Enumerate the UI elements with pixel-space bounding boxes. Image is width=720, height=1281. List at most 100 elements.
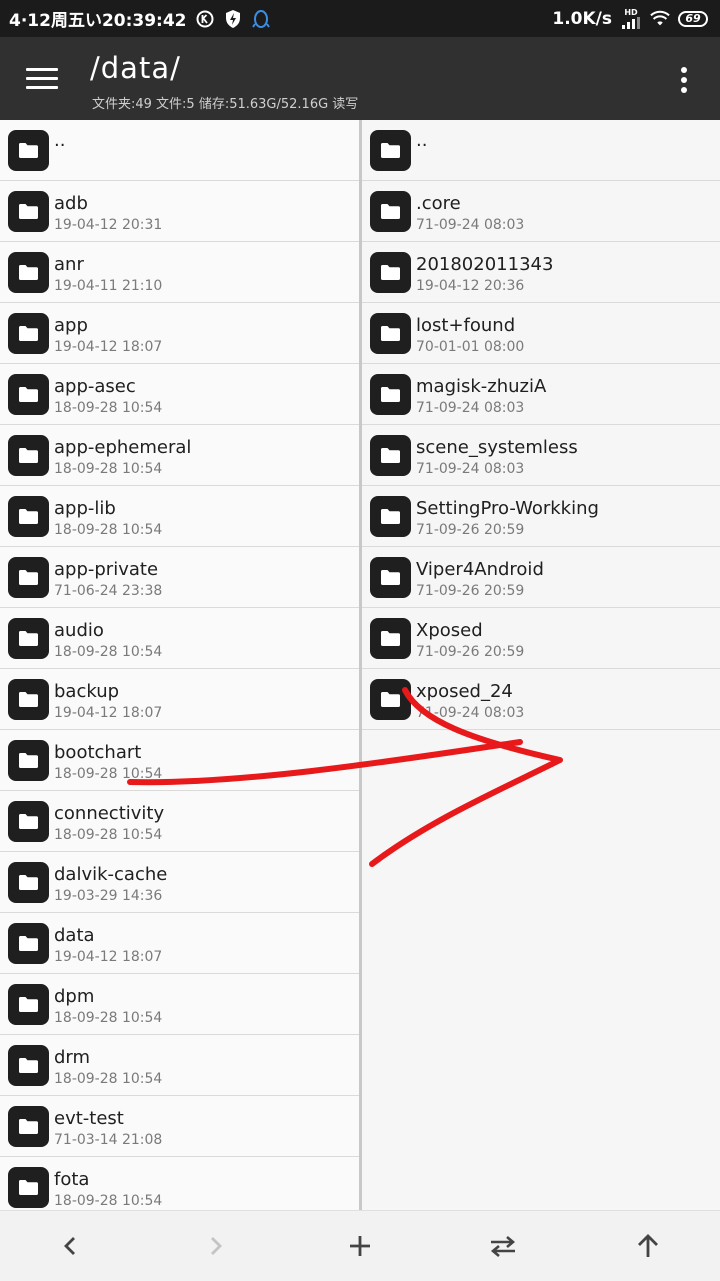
more-vert-icon[interactable] — [676, 67, 692, 95]
file-row[interactable]: dpm 18-09-28 10:54 — [0, 974, 359, 1035]
folder-icon — [8, 496, 49, 537]
file-name: anr — [54, 254, 84, 275]
file-name: lost+found — [416, 315, 516, 336]
file-row[interactable]: drm 18-09-28 10:54 — [0, 1035, 359, 1096]
file-row[interactable]: app-asec 18-09-28 10:54 — [0, 364, 359, 425]
k-circle-icon — [195, 9, 215, 29]
file-date: 71-06-24 23:38 — [54, 583, 163, 599]
file-name: app — [54, 315, 88, 336]
file-row[interactable]: magisk-zhuziA 71-09-24 08:03 — [362, 364, 720, 425]
swap-icon[interactable] — [486, 1229, 520, 1263]
file-name: backup — [54, 681, 120, 702]
folder-icon — [370, 130, 411, 171]
net-speed: 1.0K/s — [552, 8, 612, 29]
qq-penguin-icon — [251, 9, 271, 29]
status-datetime: 4·12周五い20:39:42 — [9, 11, 187, 31]
folder-icon — [8, 252, 49, 293]
add-icon[interactable] — [343, 1229, 377, 1263]
file-name: .. — [54, 130, 66, 151]
file-name: Viper4Android — [416, 559, 544, 580]
file-date: 70-01-01 08:00 — [416, 339, 525, 355]
file-row[interactable]: .. — [0, 120, 359, 181]
forward-arrow-icon[interactable] — [198, 1229, 232, 1263]
folder-icon — [8, 1167, 49, 1208]
file-row[interactable]: .. — [362, 120, 720, 181]
file-row[interactable]: connectivity 18-09-28 10:54 — [0, 791, 359, 852]
folder-icon — [8, 130, 49, 171]
file-row[interactable]: app-ephemeral 18-09-28 10:54 — [0, 425, 359, 486]
file-name: data — [54, 925, 95, 946]
folder-icon — [370, 557, 411, 598]
file-name: scene_systemless — [416, 437, 578, 458]
folder-icon — [8, 801, 49, 842]
right-file-pane[interactable]: .. .core 71-09-24 08:03 201802011343 19-04-1… — [362, 120, 720, 1210]
file-row[interactable]: xposed_24 71-09-24 08:03 — [362, 669, 720, 730]
file-name: audio — [54, 620, 104, 641]
file-row[interactable]: dalvik-cache 19-03-29 14:36 — [0, 852, 359, 913]
file-date: 71-09-24 08:03 — [416, 217, 525, 233]
file-row[interactable]: Xposed 71-09-26 20:59 — [362, 608, 720, 669]
file-name: SettingPro-Workking — [416, 498, 599, 519]
folder-icon — [8, 1045, 49, 1086]
file-date: 19-04-12 18:07 — [54, 705, 163, 721]
app-bar: /data/ 文件夹:49 文件:5 储存:51.63G/52.16G 读写 — [0, 37, 720, 120]
file-date: 71-09-24 08:03 — [416, 705, 525, 721]
file-row[interactable]: SettingPro-Workking 71-09-26 20:59 — [362, 486, 720, 547]
bottom-toolbar — [0, 1210, 720, 1281]
file-date: 18-09-28 10:54 — [54, 827, 163, 843]
file-name: drm — [54, 1047, 91, 1068]
file-date: 19-04-12 18:07 — [54, 949, 163, 965]
file-row[interactable]: scene_systemless 71-09-24 08:03 — [362, 425, 720, 486]
file-name: xposed_24 — [416, 681, 513, 702]
file-row[interactable]: fota 18-09-28 10:54 — [0, 1157, 359, 1210]
current-path: /data/ — [90, 51, 181, 85]
file-name: app-lib — [54, 498, 116, 519]
file-row[interactable]: app-lib 18-09-28 10:54 — [0, 486, 359, 547]
file-date: 71-03-14 21:08 — [54, 1132, 163, 1148]
file-row[interactable]: Viper4Android 71-09-26 20:59 — [362, 547, 720, 608]
folder-icon — [8, 679, 49, 720]
wifi-icon — [650, 9, 670, 29]
file-row[interactable]: audio 18-09-28 10:54 — [0, 608, 359, 669]
file-name: .. — [416, 130, 428, 151]
file-name: bootchart — [54, 742, 142, 763]
status-bar: 4·12周五い20:39:42 1.0K/s HD 69 — [0, 0, 720, 37]
folder-icon — [8, 557, 49, 598]
file-date: 18-09-28 10:54 — [54, 766, 163, 782]
folder-icon — [8, 191, 49, 232]
file-row[interactable]: adb 19-04-12 20:31 — [0, 181, 359, 242]
file-row[interactable]: data 19-04-12 18:07 — [0, 913, 359, 974]
left-file-pane[interactable]: .. adb 19-04-12 20:31 anr 19-04-11 21:10 app 1… — [0, 120, 359, 1210]
signal-label: HD — [624, 7, 638, 17]
file-name: 201802011343 — [416, 254, 554, 275]
file-date: 18-09-28 10:54 — [54, 522, 163, 538]
file-row[interactable]: .core 71-09-24 08:03 — [362, 181, 720, 242]
signal-icon: HD — [620, 7, 642, 29]
file-date: 71-09-24 08:03 — [416, 461, 525, 477]
file-date: 71-09-24 08:03 — [416, 400, 525, 416]
up-arrow-icon[interactable] — [631, 1229, 665, 1263]
file-row[interactable]: backup 19-04-12 18:07 — [0, 669, 359, 730]
status-right: 1.0K/s HD 69 — [552, 7, 720, 29]
file-row[interactable]: 201802011343 19-04-12 20:36 — [362, 242, 720, 303]
file-row[interactable]: app 19-04-12 18:07 — [0, 303, 359, 364]
file-row[interactable]: anr 19-04-11 21:10 — [0, 242, 359, 303]
file-date: 18-09-28 10:54 — [54, 1071, 163, 1087]
file-row[interactable]: app-private 71-06-24 23:38 — [0, 547, 359, 608]
folder-icon — [370, 313, 411, 354]
file-name: evt-test — [54, 1108, 124, 1129]
folder-icon — [370, 374, 411, 415]
back-arrow-icon[interactable] — [54, 1229, 88, 1263]
file-row[interactable]: bootchart 18-09-28 10:54 — [0, 730, 359, 791]
file-name: Xposed — [416, 620, 483, 641]
file-row[interactable]: lost+found 70-01-01 08:00 — [362, 303, 720, 364]
file-row[interactable]: evt-test 71-03-14 21:08 — [0, 1096, 359, 1157]
file-date: 18-09-28 10:54 — [54, 1193, 163, 1209]
status-left: 4·12周五い20:39:42 — [0, 6, 271, 31]
folder-icon — [8, 984, 49, 1025]
menu-icon[interactable] — [26, 68, 58, 92]
file-name: dpm — [54, 986, 95, 1007]
file-date: 19-03-29 14:36 — [54, 888, 163, 904]
file-date: 71-09-26 20:59 — [416, 644, 525, 660]
file-name: app-private — [54, 559, 159, 580]
